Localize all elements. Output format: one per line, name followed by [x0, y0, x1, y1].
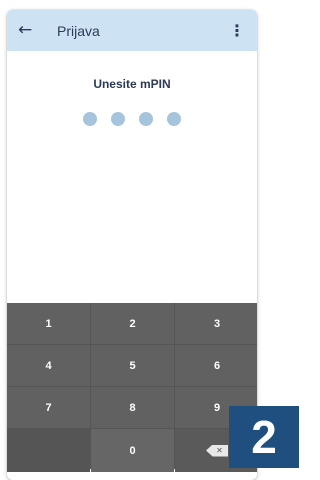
- phone-screen: ← Prijava ⋮ Unesite mPIN 1 2 3 4 5 6 7 8…: [7, 10, 257, 480]
- key-1[interactable]: 1: [7, 303, 90, 344]
- numeric-keypad: 1 2 3 4 5 6 7 8 9 0 ✕: [7, 303, 257, 472]
- key-2[interactable]: 2: [91, 303, 174, 344]
- pin-prompt: Unesite mPIN: [93, 77, 171, 91]
- key-3[interactable]: 3: [175, 303, 257, 344]
- pin-dots: [7, 112, 257, 126]
- backspace-icon: ✕: [206, 444, 228, 457]
- pin-dot: [139, 112, 153, 126]
- more-vertical-icon[interactable]: ⋮: [225, 22, 249, 39]
- key-0[interactable]: 0: [91, 429, 174, 472]
- key-5[interactable]: 5: [91, 345, 174, 386]
- key-blank: [7, 429, 90, 472]
- key-4[interactable]: 4: [7, 345, 90, 386]
- key-7[interactable]: 7: [7, 387, 90, 428]
- step-number-badge: 2: [229, 406, 299, 468]
- pin-dot: [111, 112, 125, 126]
- key-6[interactable]: 6: [175, 345, 257, 386]
- back-arrow-icon[interactable]: ←: [18, 22, 38, 39]
- key-8[interactable]: 8: [91, 387, 174, 428]
- pin-dot: [167, 112, 181, 126]
- pin-dot: [83, 112, 97, 126]
- page-title: Prijava: [57, 22, 100, 39]
- app-bar: ← Prijava ⋮: [7, 10, 257, 51]
